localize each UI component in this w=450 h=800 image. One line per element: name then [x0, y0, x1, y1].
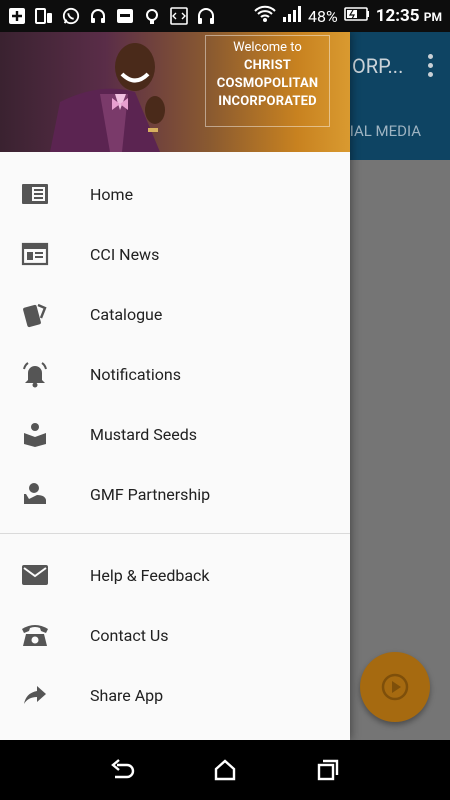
welcome-text: Welcome to [233, 40, 302, 55]
headset-icon [89, 7, 107, 25]
bell-icon [20, 359, 50, 389]
drawer-menu-secondary: Help & Feedback Contact Us Share App [0, 534, 350, 725]
home-icon [20, 179, 50, 209]
play-circle-icon [381, 673, 409, 701]
home-button[interactable] [205, 750, 245, 790]
phone-icon [20, 620, 50, 650]
drawer-header: Welcome to CHRIST COSMOPOLITAN INCORPORA… [0, 32, 350, 152]
drawer-item-label: CCI News [90, 244, 160, 264]
drawer-item-label: Share App [90, 685, 164, 705]
signal-icon [282, 5, 302, 27]
drawer-item-label: Catalogue [90, 304, 163, 324]
devices-icon [35, 7, 53, 25]
drawer-item-share-app[interactable]: Share App [0, 665, 350, 725]
tab-social-media[interactable]: CIAL MEDIA [340, 122, 421, 140]
bulb-icon [143, 7, 161, 25]
drawer-menu-primary: Home CCI News Catalogue Notifications Mu… [0, 152, 350, 524]
news-icon [20, 239, 50, 269]
code-icon [170, 7, 188, 25]
wifi-icon [254, 5, 276, 27]
share-icon [20, 680, 50, 710]
brand-line-3: INCORPORATED [218, 94, 317, 109]
navigation-drawer: Welcome to CHRIST COSMOPOLITAN INCORPORA… [0, 32, 350, 740]
play-fab-button[interactable] [360, 652, 430, 722]
welcome-banner: Welcome to CHRIST COSMOPOLITAN INCORPORA… [205, 35, 330, 127]
battery-icon [343, 6, 370, 26]
back-button[interactable] [102, 750, 142, 790]
back-icon [110, 759, 134, 779]
recents-button[interactable] [308, 750, 348, 790]
drawer-item-label: Contact Us [90, 625, 169, 645]
drawer-item-notifications[interactable]: Notifications [0, 344, 350, 404]
app-badge-icon [116, 7, 134, 25]
mail-icon [20, 560, 50, 590]
system-nav-bar [0, 740, 450, 800]
recents-icon [318, 759, 339, 781]
drawer-item-home[interactable]: Home [0, 164, 350, 224]
book-reader-icon [20, 419, 50, 449]
drawer-item-label: Mustard Seeds [90, 424, 197, 444]
home-nav-icon [214, 759, 236, 781]
drawer-item-label: GMF Partnership [90, 484, 211, 504]
battery-percent: 48% [308, 6, 338, 26]
drawer-item-gmf-partnership[interactable]: GMF Partnership [0, 464, 350, 524]
brand-line-1: CHRIST [243, 58, 292, 73]
add-box-icon [8, 7, 26, 25]
brand-line-2: COSMOPOLITAN [216, 76, 319, 91]
drawer-item-mustard-seeds[interactable]: Mustard Seeds [0, 404, 350, 464]
drawer-item-label: Help & Feedback [90, 565, 210, 585]
header-photo [50, 43, 165, 152]
catalogue-icon [20, 299, 50, 329]
drawer-item-label: Home [90, 184, 134, 204]
drawer-item-help-feedback[interactable]: Help & Feedback [0, 545, 350, 605]
overflow-menu-icon[interactable] [428, 54, 434, 81]
clock: 12:35 PM [375, 6, 442, 26]
drawer-item-contact-us[interactable]: Contact Us [0, 605, 350, 665]
drawer-item-catalogue[interactable]: Catalogue [0, 284, 350, 344]
app-title: ORP... [352, 54, 404, 78]
status-bar: 48% 12:35 PM [0, 0, 450, 32]
person-icon [20, 479, 50, 509]
drawer-item-cci-news[interactable]: CCI News [0, 224, 350, 284]
drawer-item-label: Notifications [90, 364, 181, 384]
headphones-icon [197, 7, 215, 25]
whatsapp-icon [62, 7, 80, 25]
